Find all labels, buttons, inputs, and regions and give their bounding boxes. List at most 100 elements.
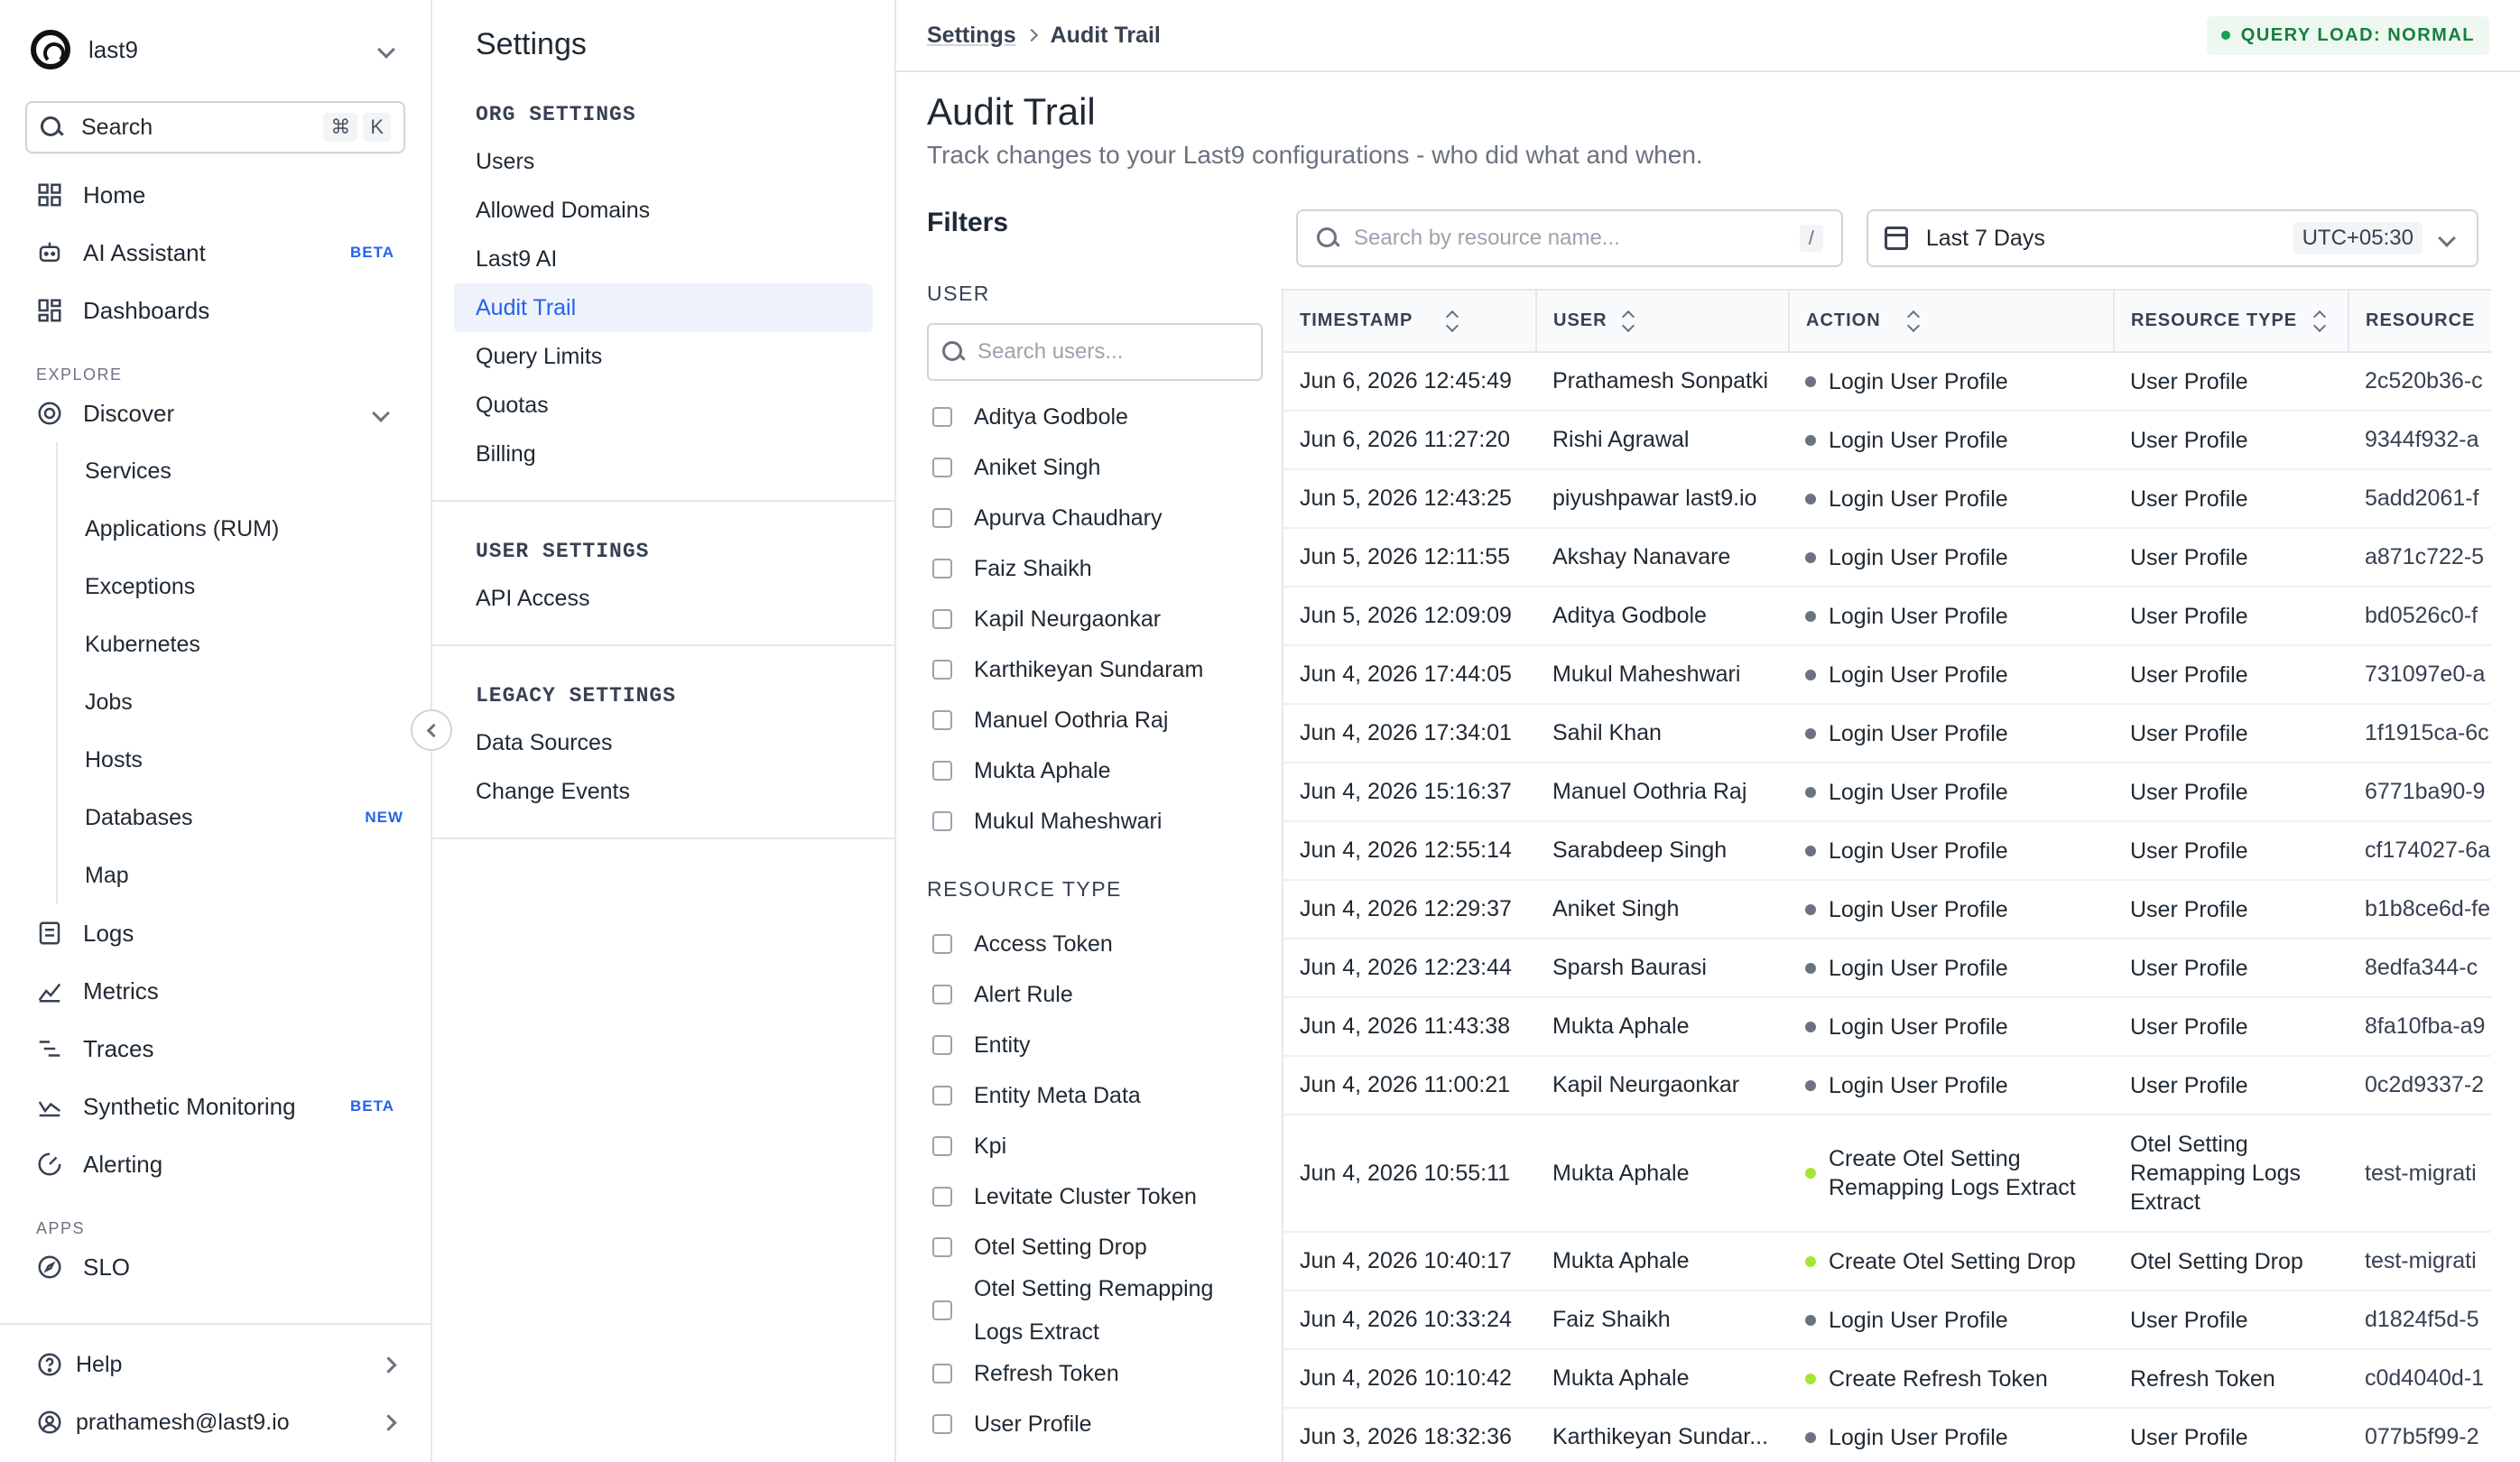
- nav-item-dashboards[interactable]: Dashboards: [0, 282, 431, 339]
- table-row[interactable]: Jun 3, 2026 18:32:36 Karthikeyan Sundar..…: [1283, 1408, 2491, 1462]
- checkbox[interactable]: [932, 1300, 952, 1320]
- checkbox[interactable]: [932, 407, 952, 427]
- table-row[interactable]: Jun 6, 2026 12:45:49 Prathamesh Sonpatki L…: [1283, 352, 2491, 412]
- checkbox[interactable]: [932, 609, 952, 629]
- table-row[interactable]: Jun 4, 2026 17:34:01 Sahil Khan Login User…: [1283, 704, 2491, 763]
- filter-checkbox-item[interactable]: Alert Rule: [927, 969, 1263, 1020]
- filter-checkbox-item[interactable]: Access Token: [927, 919, 1263, 969]
- help-menu[interactable]: Help: [0, 1336, 431, 1393]
- settings-item-query-limits[interactable]: Query Limits: [454, 332, 873, 381]
- nav-item-ai-assistant[interactable]: AI Assistant BETA: [0, 224, 431, 282]
- table-row[interactable]: Jun 4, 2026 15:16:37 Manuel Oothria Raj Lo…: [1283, 763, 2491, 822]
- table-row[interactable]: Jun 5, 2026 12:43:25 piyushpawar last9.io…: [1283, 469, 2491, 529]
- settings-item-allowed-domains[interactable]: Allowed Domains: [454, 186, 873, 235]
- table-row[interactable]: Jun 4, 2026 12:23:44 Sparsh Baurasi Login …: [1283, 939, 2491, 998]
- settings-item-billing[interactable]: Billing: [454, 430, 873, 478]
- breadcrumb-settings[interactable]: Settings: [927, 23, 1016, 49]
- table-row[interactable]: Jun 4, 2026 17:44:05 Mukul Maheshwari Logi…: [1283, 645, 2491, 705]
- filter-checkbox-item[interactable]: Mukul Maheshwari: [927, 796, 1263, 847]
- checkbox[interactable]: [932, 985, 952, 1004]
- settings-item-api-access[interactable]: API Access: [454, 574, 873, 623]
- nav-item-applications-rum[interactable]: Applications (RUM): [58, 500, 431, 558]
- nav-item-services[interactable]: Services: [58, 442, 431, 500]
- settings-item-last9-ai[interactable]: Last9 AI: [454, 235, 873, 283]
- table-row[interactable]: Jun 4, 2026 12:29:37 Aniket Singh Login Us…: [1283, 880, 2491, 939]
- table-row[interactable]: Jun 4, 2026 10:40:17 Mukta Aphale Create O…: [1283, 1232, 2491, 1291]
- settings-item-data-sources[interactable]: Data Sources: [454, 718, 873, 767]
- column-header-resource[interactable]: RESOURCE: [2349, 291, 2491, 353]
- settings-item-users[interactable]: Users: [454, 137, 873, 186]
- date-range-picker[interactable]: Last 7 Days UTC+05:30: [1866, 209, 2478, 267]
- checkbox[interactable]: [932, 1086, 952, 1106]
- user-search-input[interactable]: Search users...: [927, 323, 1263, 381]
- checkbox[interactable]: [932, 559, 952, 578]
- resource-search-input[interactable]: Search by resource name... /: [1296, 209, 1843, 267]
- filter-checkbox-item[interactable]: Manuel Oothria Raj: [927, 695, 1263, 745]
- collapse-sidebar-button[interactable]: [411, 709, 452, 751]
- filter-checkbox-item[interactable]: Refresh Token: [927, 1348, 1263, 1399]
- column-header-resource-type[interactable]: RESOURCE TYPE: [2114, 291, 2349, 353]
- checkbox[interactable]: [932, 710, 952, 730]
- nav-item-jobs[interactable]: Jobs: [58, 673, 431, 731]
- checkbox[interactable]: [932, 1136, 952, 1156]
- checkbox[interactable]: [932, 1187, 952, 1207]
- column-header-action[interactable]: ACTION: [1789, 291, 2115, 353]
- filter-checkbox-item[interactable]: Entity: [927, 1020, 1263, 1070]
- filter-checkbox-item[interactable]: Karthikeyan Sundaram: [927, 644, 1263, 695]
- checkbox[interactable]: [932, 1364, 952, 1383]
- table-row[interactable]: Jun 4, 2026 11:43:38 Mukta Aphale Login Us…: [1283, 997, 2491, 1057]
- nav-item-discover[interactable]: Discover: [0, 384, 431, 442]
- table-row[interactable]: Jun 5, 2026 12:11:55 Akshay Nanavare Login…: [1283, 528, 2491, 588]
- table-row[interactable]: Jun 4, 2026 12:55:14 Sarabdeep Singh Login…: [1283, 821, 2491, 881]
- filter-checkbox-item[interactable]: Levitate Cluster Token: [927, 1171, 1263, 1222]
- filter-checkbox-item[interactable]: Otel Setting Drop: [927, 1222, 1263, 1272]
- settings-item-change-events[interactable]: Change Events: [454, 767, 873, 816]
- table-row[interactable]: Jun 4, 2026 10:33:24 Faiz Shaikh Login Use…: [1283, 1291, 2491, 1350]
- cell-user: Karthikeyan Sundar...: [1536, 1408, 1789, 1462]
- global-search[interactable]: Search ⌘ K: [25, 101, 405, 153]
- nav-item-slo[interactable]: SLO: [0, 1238, 431, 1296]
- filter-checkbox-item[interactable]: Faiz Shaikh: [927, 543, 1263, 594]
- settings-item-audit-trail[interactable]: Audit Trail: [454, 283, 873, 332]
- table-row[interactable]: Jun 5, 2026 12:09:09 Aditya Godbole Login …: [1283, 587, 2491, 646]
- filter-checkbox-item[interactable]: Otel Setting Remapping Logs Extract: [927, 1272, 1263, 1348]
- checkbox[interactable]: [932, 761, 952, 781]
- settings-item-quotas[interactable]: Quotas: [454, 381, 873, 430]
- column-header-timestamp[interactable]: TIMESTAMP: [1283, 291, 1537, 353]
- filter-checkbox-item[interactable]: Kpi: [927, 1121, 1263, 1171]
- nav-item-alerting[interactable]: Alerting: [0, 1135, 431, 1193]
- filter-checkbox-item[interactable]: Mukta Aphale: [927, 745, 1263, 796]
- nav-item-kubernetes[interactable]: Kubernetes: [58, 615, 431, 673]
- checkbox[interactable]: [932, 458, 952, 477]
- table-row[interactable]: Jun 4, 2026 11:00:21 Kapil Neurgaonkar Log…: [1283, 1056, 2491, 1115]
- checkbox[interactable]: [932, 1237, 952, 1257]
- user-menu[interactable]: prathamesh@last9.io: [0, 1393, 431, 1451]
- nav-item-metrics[interactable]: Metrics: [0, 962, 431, 1020]
- nav-item-exceptions[interactable]: Exceptions: [58, 558, 431, 615]
- checkbox[interactable]: [932, 1414, 952, 1434]
- filter-checkbox-item[interactable]: Aniket Singh: [927, 442, 1263, 493]
- nav-item-hosts[interactable]: Hosts: [58, 731, 431, 789]
- table-row[interactable]: Jun 4, 2026 10:55:11 Mukta Aphale Create O…: [1283, 1115, 2491, 1233]
- checkbox[interactable]: [932, 1035, 952, 1055]
- nav-item-map[interactable]: Map: [58, 847, 431, 904]
- audit-table-container[interactable]: TIMESTAMP USER ACTION RESOURCE TYPE RESO…: [1282, 289, 2491, 1462]
- checkbox[interactable]: [932, 660, 952, 680]
- table-row[interactable]: Jun 4, 2026 10:10:42 Mukta Aphale Create R…: [1283, 1349, 2491, 1409]
- filter-checkbox-item[interactable]: Aditya Godbole: [927, 392, 1263, 442]
- nav-item-home[interactable]: Home: [0, 166, 431, 224]
- org-switcher[interactable]: last9: [0, 0, 431, 99]
- checkbox[interactable]: [932, 811, 952, 831]
- table-row[interactable]: Jun 6, 2026 11:27:20 Rishi Agrawal Login U…: [1283, 411, 2491, 470]
- filter-checkbox-item[interactable]: Entity Meta Data: [927, 1070, 1263, 1121]
- filter-checkbox-item[interactable]: Apurva Chaudhary: [927, 493, 1263, 543]
- filter-checkbox-item[interactable]: Kapil Neurgaonkar: [927, 594, 1263, 644]
- filter-checkbox-item[interactable]: User Profile: [927, 1399, 1263, 1449]
- column-header-user[interactable]: USER: [1536, 291, 1790, 353]
- checkbox[interactable]: [932, 508, 952, 528]
- nav-item-traces[interactable]: Traces: [0, 1020, 431, 1078]
- checkbox[interactable]: [932, 934, 952, 954]
- nav-item-synthetic-monitoring[interactable]: Synthetic Monitoring BETA: [0, 1078, 431, 1135]
- nav-item-databases[interactable]: Databases NEW: [58, 789, 431, 847]
- nav-item-logs[interactable]: Logs: [0, 904, 431, 962]
